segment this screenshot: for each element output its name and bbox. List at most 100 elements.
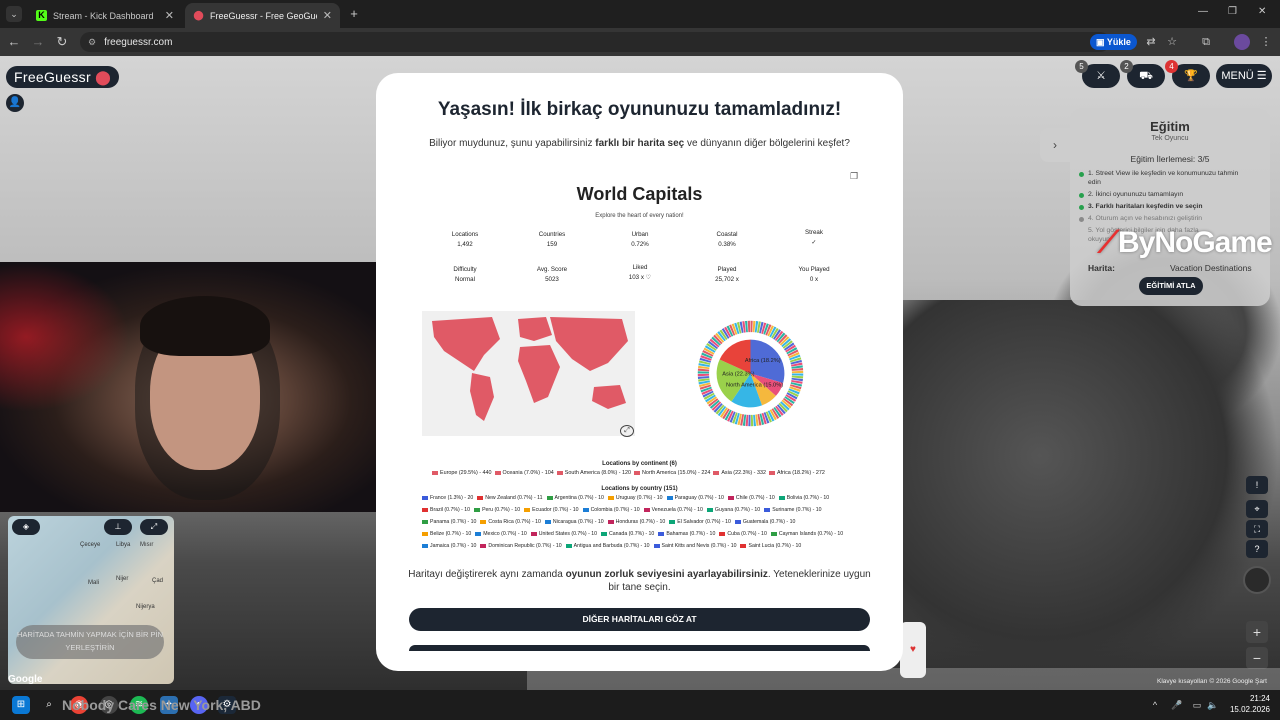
stat-value: 0 x [809, 275, 819, 283]
forward-icon[interactable]: → [30, 34, 46, 50]
new-tab-icon[interactable]: + [346, 6, 362, 22]
close-window-icon[interactable]: ✕ [1258, 6, 1266, 17]
more-menu-icon[interactable]: ⋮ [1258, 34, 1274, 50]
hamburger-icon: ☰ [1256, 70, 1267, 82]
menu-button[interactable]: MENÜ ☰ [1216, 64, 1272, 88]
site-info-icon[interactable]: ⚙ [88, 37, 96, 48]
country-item: Ecuador (0.7%) - 10 [524, 507, 579, 513]
country-item: Guyana (0.7%) - 10 [706, 507, 760, 513]
stat-value: 25,702 x [715, 275, 739, 283]
help-icon[interactable]: ? [1246, 540, 1268, 558]
tutorial-title: Eğitim [1150, 119, 1190, 134]
asia-shape [550, 317, 628, 371]
expand-map-icon[interactable]: ⤢ [620, 425, 634, 437]
country-item: Antigua and Barbuda (0.7%) - 10 [565, 543, 650, 549]
address-bar[interactable]: ⚙ freeguessr.com [80, 32, 1110, 52]
search-icon[interactable]: ⌕ [40, 696, 58, 714]
flag-icon [477, 495, 484, 500]
secondary-button[interactable] [409, 645, 870, 651]
country-item: Canada (0.7%) - 10 [601, 531, 654, 537]
tab-kick-dashboard[interactable]: K Stream - Kick Dashboard ✕ [28, 3, 182, 28]
tab-search-icon[interactable]: ⌄ [6, 6, 22, 22]
windows-start-icon[interactable]: ⊞ [12, 696, 30, 714]
minimize-icon[interactable]: — [1198, 6, 1208, 17]
extensions-icon[interactable]: ⧉ [1198, 34, 1214, 50]
skip-tutorial-button[interactable]: EĞİTİMİ ATLA [1139, 277, 1203, 295]
hint-text: ve dünyanın diğer bölgelerini keşfet? [684, 138, 850, 149]
profile-avatar[interactable] [1234, 34, 1250, 50]
pin-map-button[interactable]: ⊥ [104, 519, 132, 535]
country-item: France (1.3%) - 20 [422, 495, 473, 501]
flag-icon [422, 495, 428, 500]
modal-hint: Biliyor muydunuz, şunu yapabilirsiniz fa… [376, 138, 903, 149]
country-ring-segment [750, 320, 753, 333]
user-icon[interactable]: 👤 [6, 94, 24, 112]
country-text: Ecuador (0.7%) - 10 [532, 507, 579, 513]
expand-map-button[interactable]: ⤢ [140, 519, 168, 535]
back-icon[interactable]: ← [6, 34, 22, 50]
fullscreen-icon[interactable]: ⛶ [1246, 520, 1268, 538]
compass-icon[interactable] [1243, 566, 1271, 594]
country-item: Chile (0.7%) - 10 [727, 495, 775, 501]
install-app-button[interactable]: ▣ Yükle [1090, 34, 1137, 50]
zoom-in-icon[interactable]: + [1246, 621, 1268, 643]
country-text: Peru (0.7%) - 10 [482, 507, 521, 513]
expand-icon: ⤢ [150, 522, 158, 531]
map-suggestion-modal: Yaşasın! İlk birkaç oyununuzu tamamladın… [376, 73, 903, 671]
country-text: Venezuela (0.7%) - 10 [651, 507, 703, 513]
flag-icon [422, 531, 428, 536]
tray-chevron-icon[interactable]: ^ [1148, 698, 1162, 712]
tutorial-collapse-button[interactable]: › [1040, 128, 1070, 162]
microphone-icon[interactable]: 🎤 [1170, 698, 1184, 712]
stat-liked[interactable]: Liked 103 x ♡ [595, 263, 685, 282]
continents-title: Locations by continent (6) [602, 461, 677, 467]
maximize-icon[interactable]: ❐ [1228, 6, 1237, 17]
bookmark-star-icon[interactable]: ☆ [1164, 34, 1180, 50]
map-label: Nijer [116, 576, 129, 582]
country-text: Colombia (0.7%) - 10 [590, 507, 640, 513]
country-item: Argentina (0.7%) - 10 [546, 495, 604, 501]
flag-icon [582, 507, 589, 512]
network-icon[interactable]: ▭ [1190, 698, 1204, 712]
legend-item: Europe (29.5%) - 440 [432, 470, 492, 476]
swords-icon: ⚔ [1096, 70, 1106, 82]
taskbar-clock[interactable]: 21:24 15.02.2026 [1210, 693, 1270, 715]
copy-icon[interactable]: ❐ [850, 171, 858, 182]
map-label: Çeceye [80, 542, 101, 548]
countries-title: Locations by country (151) [601, 486, 678, 492]
map-layers-button[interactable]: ◈ [12, 519, 40, 535]
browse-other-maps-button[interactable]: DİĞER HARİTALARI GÖZ AT [409, 608, 870, 631]
stat-label: Played [717, 266, 737, 273]
locations-world-map[interactable] [422, 311, 635, 436]
close-icon[interactable]: ✕ [165, 9, 174, 22]
legend-item: Oceania (7.0%) - 104 [494, 470, 554, 476]
country-item: Belize (0.7%) - 10 [422, 531, 471, 537]
place-pin-button[interactable]: HARİTADA TAHMİN YAPMAK İÇİN BİR PİN YERL… [16, 625, 164, 659]
country-item: Panama (0.7%) - 10 [422, 519, 476, 525]
freeguessr-pin-icon: ⬤ [193, 10, 204, 20]
heart-icon[interactable]: ♥ [900, 622, 926, 678]
stat-label: Countries [538, 231, 566, 238]
zoom-out-icon[interactable]: − [1246, 647, 1268, 669]
stat-value: Normal [455, 275, 475, 283]
stat-label: Urban [631, 231, 649, 238]
flag-icon [474, 507, 481, 512]
flag-icon [770, 531, 777, 536]
country-item: Colombia (0.7%) - 10 [582, 507, 640, 513]
stat-locations: Locations 1,492 [420, 230, 510, 249]
translate-icon[interactable]: ⇄ [1143, 34, 1159, 50]
country-item: Honduras (0.7%) - 10 [607, 519, 665, 525]
stat-avg-score: Avg. Score 5023 [507, 265, 597, 284]
freeguessr-logo[interactable]: FreeGuessr ⬤ [6, 66, 120, 88]
country-item: New Zealand (0.7%) - 11 [477, 495, 543, 501]
close-icon[interactable]: ✕ [323, 9, 332, 22]
report-icon[interactable]: ! [1246, 476, 1268, 494]
tab-freeguessr[interactable]: ⬤ FreeGuessr - Free GeoGuessr Al ✕ [185, 3, 340, 28]
reload-icon[interactable]: ↻ [54, 34, 70, 50]
tutorial-map-value: Vacation Destinations [1170, 263, 1252, 273]
stat-label: Locations [451, 231, 479, 238]
country-text: Belize (0.7%) - 10 [430, 531, 472, 537]
country-item: Cuba (0.7%) - 10 [719, 531, 767, 537]
return-to-start-icon[interactable]: ⌖ [1246, 500, 1268, 518]
tutorial-step: 3. Farklı haritaları keşfedin ve seçin [1079, 203, 1248, 212]
